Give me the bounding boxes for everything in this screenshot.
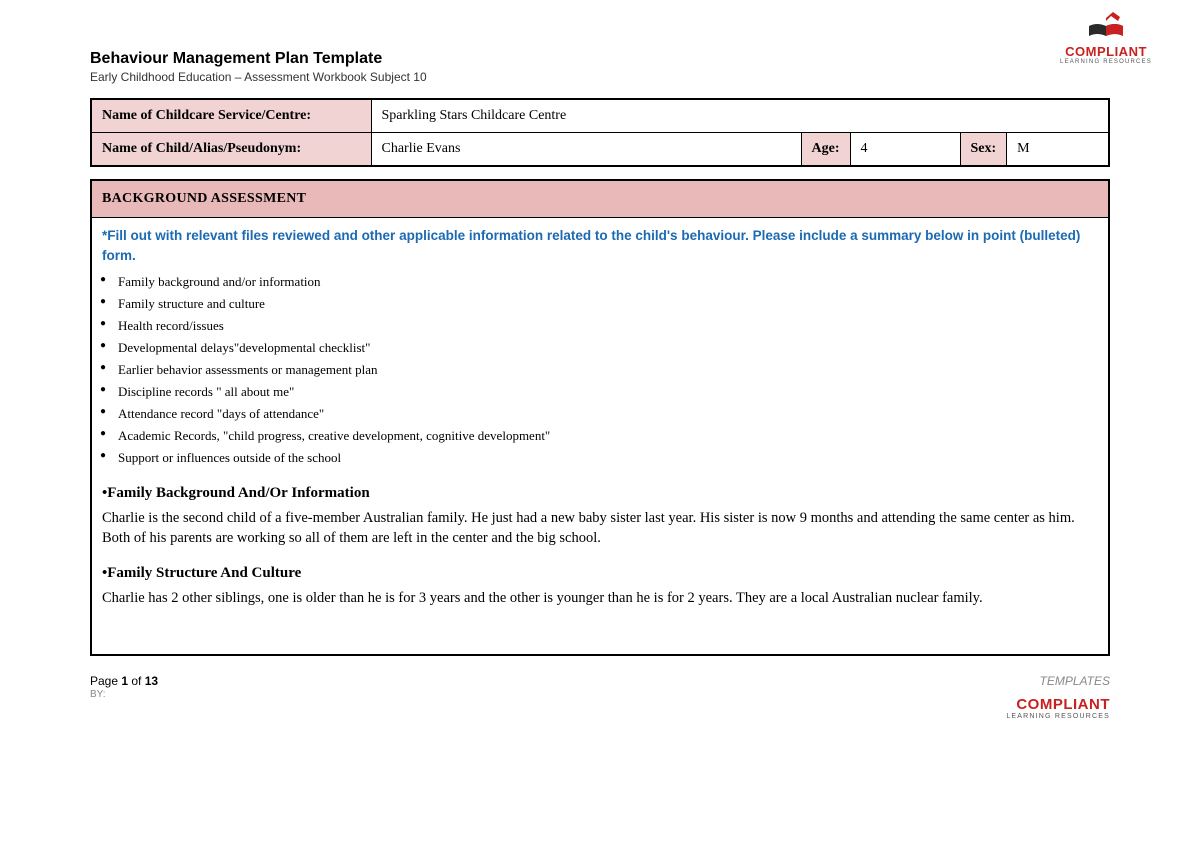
body-heading-1: •Family Background And/Or Information — [92, 475, 1108, 506]
service-label: Name of Childcare Service/Centre: — [91, 99, 371, 133]
child-value: Charlie Evans — [371, 133, 801, 167]
sex-value: M — [1007, 133, 1109, 167]
footer-brand-name: COMPLIANT — [1006, 696, 1110, 713]
list-item: Family structure and culture — [118, 293, 1098, 315]
sex-label: Sex: — [960, 133, 1007, 167]
page-number: Page 1 of 13 — [90, 674, 158, 688]
footer-by: BY: — [90, 689, 158, 700]
page-total: 13 — [145, 674, 158, 688]
body-paragraph-2: Charlie has 2 other siblings, one is old… — [92, 586, 1108, 614]
page-of: of — [128, 674, 145, 688]
brand-subtitle: LEARNING RESOURCES — [1060, 59, 1152, 65]
page-footer: Page 1 of 13 BY: TEMPLATES COMPLIANT LEA… — [90, 674, 1110, 720]
list-item: Support or influences outside of the sch… — [118, 447, 1098, 469]
footer-brand-sub: LEARNING RESOURCES — [1006, 713, 1110, 720]
footer-templates: TEMPLATES — [1006, 674, 1110, 688]
bullet-list: Family background and/or information Fam… — [92, 269, 1108, 475]
section-instruction: *Fill out with relevant files reviewed a… — [92, 218, 1108, 269]
child-label: Name of Child/Alias/Pseudonym: — [91, 133, 371, 167]
list-item: Developmental delays"developmental check… — [118, 337, 1098, 359]
brand-logo: COMPLIANT LEARNING RESOURCES — [1060, 12, 1152, 65]
list-item: Health record/issues — [118, 315, 1098, 337]
background-section: BACKGROUND ASSESSMENT *Fill out with rel… — [90, 179, 1110, 656]
info-table: Name of Childcare Service/Centre: Sparkl… — [90, 98, 1110, 167]
list-item: Academic Records, "child progress, creat… — [118, 425, 1098, 447]
section-header: BACKGROUND ASSESSMENT — [92, 181, 1108, 218]
document-title: Behaviour Management Plan Template — [90, 50, 1110, 68]
list-item: Discipline records " all about me" — [118, 381, 1098, 403]
age-value: 4 — [850, 133, 960, 167]
list-item: Attendance record "days of attendance" — [118, 403, 1098, 425]
brand-logo-icon — [1085, 12, 1127, 42]
body-heading-2: •Family Structure And Culture — [92, 555, 1108, 586]
brand-name: COMPLIANT — [1060, 44, 1152, 59]
list-item: Family background and/or information — [118, 271, 1098, 293]
page-prefix: Page — [90, 674, 121, 688]
age-label: Age: — [801, 133, 850, 167]
document-subtitle: Early Childhood Education – Assessment W… — [90, 70, 1110, 84]
list-item: Earlier behavior assessments or manageme… — [118, 359, 1098, 381]
service-value: Sparkling Stars Childcare Centre — [371, 99, 1109, 133]
body-paragraph-1: Charlie is the second child of a five-me… — [92, 506, 1108, 555]
